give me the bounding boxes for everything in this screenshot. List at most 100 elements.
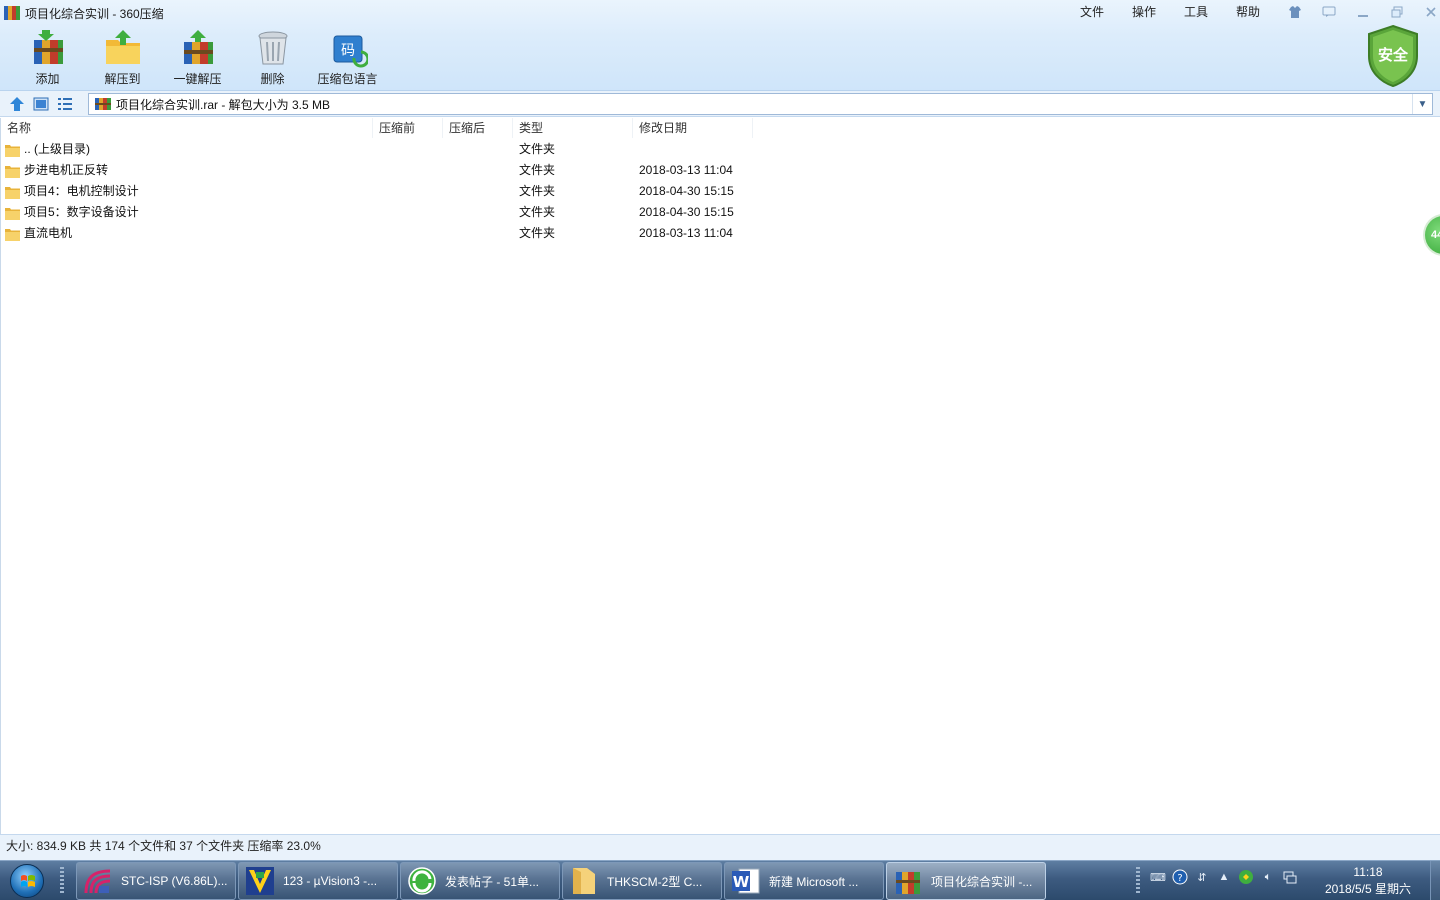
menu-operation[interactable]: 操作 xyxy=(1118,4,1170,20)
file-type: 文件夹 xyxy=(519,226,556,240)
one-click-extract-button[interactable]: 一键解压 xyxy=(160,28,235,88)
taskbar-item[interactable]: STC-ISP (V6.86L)... xyxy=(76,862,236,900)
feedback-icon[interactable] xyxy=(1312,3,1346,21)
status-bar: 大小: 834.9 KB 共 174 个文件和 37 个文件夹 压缩率 23.0… xyxy=(0,834,1440,860)
archive-language-label: 压缩包语言 xyxy=(317,72,378,86)
menu-bar: 文件 操作 工具 帮助 xyxy=(1066,4,1274,20)
floating-speed-ball[interactable]: 44 xyxy=(1423,214,1440,256)
file-size-before xyxy=(373,160,443,181)
list-view-icon[interactable] xyxy=(56,95,74,113)
address-bar[interactable]: 项目化综合实训.rar - 解包大小为 3.5 MB ▼ xyxy=(88,93,1433,115)
column-after[interactable]: 压缩后 xyxy=(443,118,513,138)
taskbar-tasks: STC-ISP (V6.86L)... 123 - µVision3 -... 发表… xyxy=(76,862,1046,900)
file-row[interactable]: 步进电机正反转 文件夹 2018-03-13 11:04 xyxy=(1,160,753,181)
encoding-icon: 码 xyxy=(328,28,369,68)
show-desktop-button[interactable] xyxy=(1430,861,1440,900)
add-button[interactable]: 添加 xyxy=(10,28,85,88)
file-name: 项目4：电机控制设计 xyxy=(24,184,139,198)
file-list: 名称 压缩前 压缩后 类型 修改日期 .. (上级目录) 文件夹 步进电机正反转 文件… xyxy=(0,118,1440,834)
column-before[interactable]: 压缩前 xyxy=(373,118,443,138)
file-name-cell: 项目4：电机控制设计 xyxy=(1,181,373,202)
taskbar-item[interactable]: 发表帖子 - 51单... xyxy=(400,862,560,900)
menu-tools[interactable]: 工具 xyxy=(1170,4,1222,20)
taskbar-item[interactable]: THKSCM-2型 C... xyxy=(562,862,722,900)
archive-window: 项目化综合实训 - 360压缩 文件 操作 工具 帮助 添加 解压到 一键解压 … xyxy=(0,0,1440,860)
main-toolbar: 添加 解压到 一键解压 删除 码 压缩包语言 xyxy=(10,28,385,88)
extract-folder-icon xyxy=(103,28,143,68)
help-icon[interactable]: ? xyxy=(1172,869,1188,885)
system-clock[interactable]: 11:18 2018/5/5 星期六 xyxy=(1318,864,1418,898)
thumbnail-view-icon[interactable] xyxy=(32,95,50,113)
security-guard-icon[interactable] xyxy=(1238,869,1254,885)
column-name[interactable]: 名称 xyxy=(1,118,373,138)
security-shield[interactable]: 安全 xyxy=(1365,24,1421,88)
window-controls xyxy=(1278,3,1440,21)
file-name: 项目5：数字设备设计 xyxy=(24,205,139,219)
start-button[interactable] xyxy=(4,862,50,900)
file-size-before xyxy=(373,223,443,244)
column-modified[interactable]: 修改日期 xyxy=(633,118,753,138)
file-name-cell: 步进电机正反转 xyxy=(1,160,373,181)
taskbar-item[interactable]: 123 - µVision3 -... xyxy=(238,862,398,900)
taskbar-item-label: 123 - µVision3 -... xyxy=(283,874,378,888)
folder-icon xyxy=(5,164,20,178)
navigation-row: 项目化综合实训.rar - 解包大小为 3.5 MB ▼ xyxy=(0,91,1440,117)
file-row[interactable]: 项目5：数字设备设计 文件夹 2018-04-30 15:15 xyxy=(1,202,753,223)
svg-text:W: W xyxy=(733,873,750,891)
menu-file[interactable]: 文件 xyxy=(1066,4,1118,20)
show-hidden-icons-icon[interactable]: ▲ xyxy=(1216,869,1232,885)
up-arrow-icon[interactable] xyxy=(8,95,26,113)
file-modified xyxy=(633,139,753,160)
minimize-icon[interactable] xyxy=(1346,3,1380,21)
skin-shirt-icon[interactable] xyxy=(1278,3,1312,21)
extract-to-button[interactable]: 解压到 xyxy=(85,28,160,88)
file-modified: 2018-04-30 15:15 xyxy=(639,184,734,198)
file-type: 文件夹 xyxy=(519,184,556,198)
keil-icon xyxy=(245,866,275,896)
close-icon[interactable] xyxy=(1414,3,1440,21)
file-name-cell: .. (上级目录) xyxy=(1,139,373,160)
folder-icon xyxy=(5,227,20,241)
one-click-extract-label: 一键解压 xyxy=(173,72,222,86)
word-icon: W xyxy=(731,866,761,896)
file-modified: 2018-03-13 11:04 xyxy=(639,163,733,177)
file-name: 步进电机正反转 xyxy=(24,163,109,177)
file-type: 文件夹 xyxy=(519,163,556,177)
file-list-header: 名称 压缩前 压缩后 类型 修改日期 xyxy=(1,118,753,138)
file-row[interactable]: 项目4：电机控制设计 文件夹 2018-04-30 15:15 xyxy=(1,181,753,202)
address-text: 项目化综合实训.rar - 解包大小为 3.5 MB xyxy=(116,97,331,112)
file-size-after xyxy=(443,181,513,202)
archive-language-button[interactable]: 码 压缩包语言 xyxy=(310,28,385,88)
folder-icon xyxy=(5,185,20,199)
file-size-after xyxy=(443,202,513,223)
windows-logo-icon xyxy=(10,864,44,898)
file-size-after xyxy=(443,223,513,244)
restore-icon[interactable] xyxy=(1380,3,1414,21)
tray-grip xyxy=(1136,867,1140,895)
column-type[interactable]: 类型 xyxy=(513,118,633,138)
volume-icon[interactable]: 🔈︎ xyxy=(1260,869,1276,885)
taskbar-item[interactable]: 项目化综合实训 -... xyxy=(886,862,1046,900)
file-modified: 2018-03-13 11:04 xyxy=(639,226,733,240)
ime-toggle-icon[interactable]: ⇵ xyxy=(1194,869,1210,885)
archive-360-icon xyxy=(893,866,923,896)
taskbar-item[interactable]: W 新建 Microsoft ... xyxy=(724,862,884,900)
nav-buttons xyxy=(8,95,74,113)
clock-date: 2018/5/5 星期六 xyxy=(1324,882,1412,896)
svg-text:码: 码 xyxy=(341,43,355,59)
keyboard-icon[interactable]: ⌨ xyxy=(1150,869,1166,885)
system-tray: ⌨ ? ⇵ ▲ 🔈︎ xyxy=(1150,869,1298,885)
folder-icon xyxy=(569,866,599,896)
delete-button[interactable]: 删除 xyxy=(235,28,310,88)
folder-icon xyxy=(5,206,20,220)
address-dropdown-icon[interactable]: ▼ xyxy=(1412,94,1432,114)
extract-to-label: 解压到 xyxy=(104,72,141,86)
file-rows: .. (上级目录) 文件夹 步进电机正反转 文件夹 2018-03-13 11:04 项目… xyxy=(1,139,753,244)
menu-help[interactable]: 帮助 xyxy=(1222,4,1274,20)
network-icon[interactable] xyxy=(1282,869,1298,885)
one-click-extract-icon xyxy=(178,28,218,68)
file-name-cell: 项目5：数字设备设计 xyxy=(1,202,373,223)
file-row[interactable]: 直流电机 文件夹 2018-03-13 11:04 xyxy=(1,223,753,244)
file-row[interactable]: .. (上级目录) 文件夹 xyxy=(1,139,753,160)
shield-label: 安全 xyxy=(1377,47,1408,64)
